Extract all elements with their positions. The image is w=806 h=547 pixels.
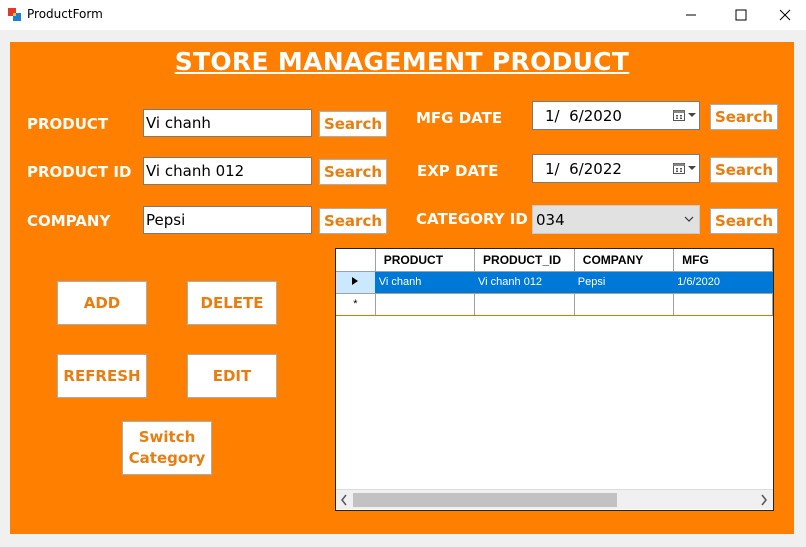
category-id-value: 034 [536, 211, 565, 229]
switch-category-line2: Category [128, 449, 206, 467]
maximize-button[interactable] [718, 0, 764, 30]
column-header[interactable]: MFG [673, 249, 773, 272]
mfg-date-value: 1/ 6/2020 [545, 107, 622, 125]
row-pointer-icon [352, 277, 359, 285]
search-category-id-button[interactable]: Search [710, 208, 778, 234]
mfg-date-picker[interactable]: 1/ 6/2020 [532, 101, 700, 130]
minimize-button[interactable] [668, 0, 714, 30]
table-cell[interactable]: Vi chanh [375, 271, 476, 294]
maximize-icon [735, 9, 747, 21]
page-title: STORE MANAGEMENT PRODUCT [174, 47, 630, 76]
calendar-icon[interactable] [673, 162, 685, 174]
new-row[interactable]: * [336, 293, 773, 316]
refresh-button[interactable]: REFRESH [57, 354, 147, 398]
chevron-down-icon[interactable] [688, 113, 696, 117]
column-header[interactable]: PRODUCT_ID [474, 249, 575, 272]
product-id-input[interactable]: Vi chanh 012 [143, 157, 312, 185]
exp-date-label: EXP DATE [417, 162, 499, 180]
scrollbar-thumb[interactable] [353, 493, 617, 507]
grid-table: PRODUCT PRODUCT_ID COMPANY MFG Vi chanh … [336, 249, 773, 316]
table-cell[interactable]: Pepsi [574, 271, 675, 294]
new-row-marker: * [336, 293, 376, 316]
row-header[interactable] [336, 271, 376, 294]
edit-button[interactable]: EDIT [187, 354, 277, 398]
search-company-button[interactable]: Search [319, 208, 387, 234]
search-product-button[interactable]: Search [319, 111, 387, 137]
exp-date-picker[interactable]: 1/ 6/2022 [532, 154, 700, 183]
scroll-left-icon[interactable] [340, 494, 348, 506]
close-icon [779, 9, 791, 21]
form-panel: STORE MANAGEMENT PRODUCT PRODUCT Vi chan… [10, 42, 794, 534]
table-cell[interactable] [375, 293, 476, 316]
search-mfg-date-button[interactable]: Search [710, 104, 778, 130]
search-product-id-button[interactable]: Search [319, 159, 387, 185]
horizontal-scrollbar[interactable] [336, 489, 773, 509]
table-row[interactable]: Vi chanh Vi chanh 012 Pepsi 1/6/2020 [336, 271, 773, 294]
title-bar: ProductForm [0, 0, 806, 30]
form-app-icon [8, 8, 21, 21]
scroll-right-icon[interactable] [760, 494, 768, 506]
product-data-grid[interactable]: PRODUCT PRODUCT_ID COMPANY MFG Vi chanh … [335, 248, 774, 511]
product-input[interactable]: Vi chanh [143, 109, 312, 137]
exp-date-value: 1/ 6/2022 [545, 160, 622, 178]
table-cell[interactable]: 1/6/2020 [673, 271, 773, 294]
column-header[interactable]: PRODUCT [375, 249, 476, 272]
category-id-label: CATEGORY ID [416, 210, 528, 228]
column-header[interactable]: COMPANY [574, 249, 675, 272]
table-cell[interactable]: Vi chanh 012 [474, 271, 575, 294]
product-id-label: PRODUCT ID [27, 163, 132, 181]
switch-category-line1: Switch [138, 428, 196, 446]
row-header-corner [336, 249, 376, 272]
chevron-down-icon[interactable] [688, 166, 696, 170]
window-title: ProductForm [27, 7, 103, 21]
chevron-down-icon[interactable] [684, 214, 694, 224]
search-exp-date-button[interactable]: Search [710, 157, 778, 183]
add-button[interactable]: ADD [57, 281, 147, 325]
calendar-icon[interactable] [673, 109, 685, 121]
mfg-date-label: MFG DATE [416, 109, 503, 127]
product-label: PRODUCT [27, 115, 109, 133]
category-id-select[interactable]: 034 [532, 205, 700, 234]
close-button[interactable] [762, 0, 806, 30]
table-cell[interactable] [673, 293, 773, 316]
product-form-window: ProductForm STORE MANAGEMENT PRODUCT PRO… [0, 0, 806, 547]
company-input[interactable]: Pepsi [143, 206, 312, 234]
company-label: COMPANY [27, 212, 111, 230]
table-cell[interactable] [474, 293, 575, 316]
table-cell[interactable] [574, 293, 675, 316]
minimize-icon [686, 14, 696, 16]
grid-header-row: PRODUCT PRODUCT_ID COMPANY MFG [336, 249, 773, 272]
switch-category-button[interactable]: Switch Category [122, 421, 212, 475]
delete-button[interactable]: DELETE [187, 281, 277, 325]
